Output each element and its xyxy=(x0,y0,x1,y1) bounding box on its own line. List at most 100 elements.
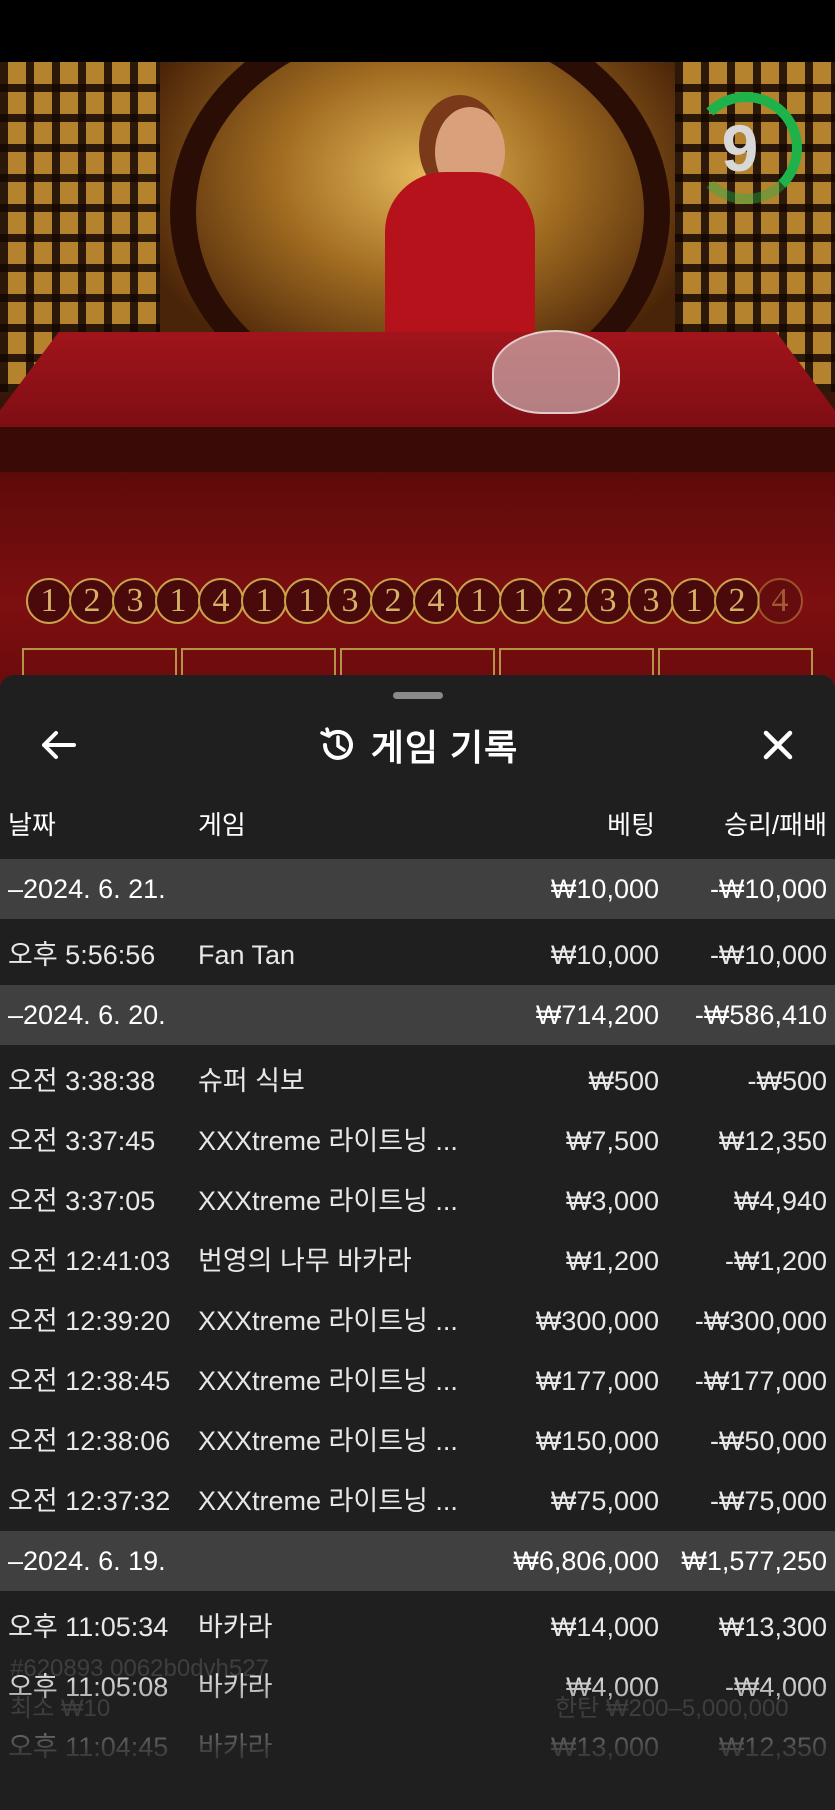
row-bet: ₩14,000 xyxy=(550,1612,659,1642)
row-bet: ₩150,000 xyxy=(535,1426,659,1456)
road-result-ball: 2 xyxy=(370,578,416,624)
game-history-sheet: 게임 기록 날짜 게임 베팅 승리/패배 –2024. 6. 21. ₩10,00… xyxy=(0,675,835,1810)
group-result-total: -₩586,410 xyxy=(694,1000,827,1030)
group-date: –2024. 6. 20. xyxy=(8,1000,166,1030)
background-bet-limit: 한탄 ₩200–5,000,000 xyxy=(555,1695,789,1722)
row-time: 오후 5:56:56 xyxy=(8,940,156,970)
row-time: 오전 12:38:45 xyxy=(8,1366,171,1396)
row-time: 오전 12:41:03 xyxy=(8,1246,171,1276)
group-bet-total: ₩6,806,000 xyxy=(513,1546,659,1576)
road-result-ball: 4 xyxy=(413,578,459,624)
road-result-ball: 2 xyxy=(542,578,588,624)
background-table-id: #620893 0062b0dvh527 xyxy=(10,1655,269,1682)
group-result-total: -₩10,000 xyxy=(709,874,827,904)
row-game: 번영의 나무 바카라 xyxy=(198,1246,412,1276)
row-time: 오후 11:04:45 xyxy=(8,1732,169,1762)
row-result: -₩10,000 xyxy=(709,940,827,970)
history-row[interactable]: 오전 3:37:45 XXXtreme 라이트닝 ... ₩7,500 ₩12,350 xyxy=(0,1111,835,1171)
row-game: XXXtreme 라이트닝 ... xyxy=(198,1426,458,1456)
row-game: Fan Tan xyxy=(198,940,296,970)
close-icon xyxy=(763,730,793,760)
row-result: ₩12,350 xyxy=(718,1732,827,1762)
row-bet: ₩10,000 xyxy=(550,940,659,970)
row-game: XXXtreme 라이트닝 ... xyxy=(198,1186,458,1216)
road-result-ball: 1 xyxy=(241,578,287,624)
row-result: ₩12,350 xyxy=(718,1126,827,1156)
bet-spot xyxy=(499,648,654,678)
history-row[interactable]: 오후 11:05:34 바카라 ₩14,000 ₩13,300 xyxy=(0,1597,835,1657)
results-road: 123141132411233124 xyxy=(26,578,816,628)
sheet-drag-handle[interactable] xyxy=(393,692,443,699)
close-button[interactable] xyxy=(748,715,808,775)
back-button[interactable] xyxy=(28,715,88,775)
road-result-ball: 1 xyxy=(284,578,330,624)
row-bet: ₩300,000 xyxy=(535,1306,659,1336)
sheet-header: 게임 기록 xyxy=(0,715,835,775)
bet-spot xyxy=(22,648,177,678)
column-header-date: 날짜 xyxy=(8,810,56,840)
row-time: 오전 12:38:06 xyxy=(8,1426,171,1456)
bet-spot xyxy=(658,648,813,678)
bet-spot xyxy=(340,648,495,678)
row-bet: ₩177,000 xyxy=(535,1366,659,1396)
bet-spot xyxy=(181,648,336,678)
history-row[interactable]: 오후 5:56:56 Fan Tan ₩10,000 -₩10,000 xyxy=(0,925,835,985)
column-header-result: 승리/패배 xyxy=(724,810,827,840)
history-list: –2024. 6. 21. ₩10,000 -₩10,000 오후 5:56:56 Fa… xyxy=(0,859,835,1777)
row-bet: ₩13,000 xyxy=(550,1732,659,1762)
history-row[interactable]: 오전 12:41:03 번영의 나무 바카라 ₩1,200 -₩1,200 xyxy=(0,1231,835,1291)
road-result-ball: 3 xyxy=(112,578,158,624)
column-header-game: 게임 xyxy=(198,810,246,840)
road-result-ball: 4 xyxy=(198,578,244,624)
row-result: -₩500 xyxy=(747,1066,827,1096)
row-bet: ₩500 xyxy=(588,1066,659,1096)
row-game: XXXtreme 라이트닝 ... xyxy=(198,1486,458,1516)
road-result-ball: 2 xyxy=(714,578,760,624)
road-result-ball: 1 xyxy=(26,578,72,624)
road-result-ball: 4 xyxy=(757,578,803,624)
row-time: 오전 12:37:32 xyxy=(8,1486,171,1516)
history-row[interactable]: 오후 11:04:45 바카라 ₩13,000 ₩12,350 xyxy=(0,1717,835,1777)
road-result-ball: 1 xyxy=(499,578,545,624)
group-bet-total: ₩10,000 xyxy=(550,874,659,904)
row-result: ₩4,940 xyxy=(733,1186,827,1216)
date-group-row[interactable]: –2024. 6. 19. ₩6,806,000 ₩1,577,250 xyxy=(0,1531,835,1591)
row-time: 오전 3:37:45 xyxy=(8,1126,156,1156)
row-game: 바카라 xyxy=(198,1732,273,1762)
row-time: 오전 3:37:05 xyxy=(8,1186,156,1216)
history-row[interactable]: 오전 3:38:38 슈퍼 식보 ₩500 -₩500 xyxy=(0,1051,835,1111)
row-time: 오후 11:05:34 xyxy=(8,1612,169,1642)
row-time: 오전 12:39:20 xyxy=(8,1306,171,1336)
row-result: ₩13,300 xyxy=(718,1612,827,1642)
group-bet-total: ₩714,200 xyxy=(535,1000,659,1030)
table-rim xyxy=(0,427,835,472)
row-time: 오전 3:38:38 xyxy=(8,1066,156,1096)
row-game: XXXtreme 라이트닝 ... xyxy=(198,1306,458,1336)
sheet-title: 게임 기록 xyxy=(370,727,519,768)
arrow-left-icon xyxy=(42,731,76,759)
bet-spots-row xyxy=(22,648,817,678)
road-result-ball: 3 xyxy=(327,578,373,624)
row-game: XXXtreme 라이트닝 ... xyxy=(198,1366,458,1396)
date-group-row[interactable]: –2024. 6. 20. ₩714,200 -₩586,410 xyxy=(0,985,835,1045)
history-row[interactable]: 오전 12:39:20 XXXtreme 라이트닝 ... ₩300,000 -₩30… xyxy=(0,1291,835,1351)
date-group-row[interactable]: –2024. 6. 21. ₩10,000 -₩10,000 xyxy=(0,859,835,919)
history-row[interactable]: 오전 12:38:06 XXXtreme 라이트닝 ... ₩150,000 -₩50… xyxy=(0,1411,835,1471)
road-result-ball: 1 xyxy=(456,578,502,624)
countdown-timer: 9 xyxy=(721,111,759,185)
row-result: -₩75,000 xyxy=(709,1486,827,1516)
history-row[interactable]: 오전 3:37:05 XXXtreme 라이트닝 ... ₩3,000 ₩4,940 xyxy=(0,1171,835,1231)
row-game: 바카라 xyxy=(198,1612,273,1642)
background-min-bet: 최소 ₩10 xyxy=(10,1695,111,1722)
row-bet: ₩7,500 xyxy=(565,1126,659,1156)
group-result-total: ₩1,577,250 xyxy=(681,1546,827,1576)
row-game: 슈퍼 식보 xyxy=(198,1066,305,1096)
row-result: -₩1,200 xyxy=(724,1246,827,1276)
history-row[interactable]: 오전 12:38:45 XXXtreme 라이트닝 ... ₩177,000 -₩17… xyxy=(0,1351,835,1411)
row-bet: ₩3,000 xyxy=(565,1186,659,1216)
status-bar xyxy=(0,0,835,62)
history-row[interactable]: 오전 12:37:32 XXXtreme 라이트닝 ... ₩75,000 -₩75,… xyxy=(0,1471,835,1531)
row-result: -₩50,000 xyxy=(709,1426,827,1456)
road-result-ball: 1 xyxy=(671,578,717,624)
road-result-ball: 1 xyxy=(155,578,201,624)
